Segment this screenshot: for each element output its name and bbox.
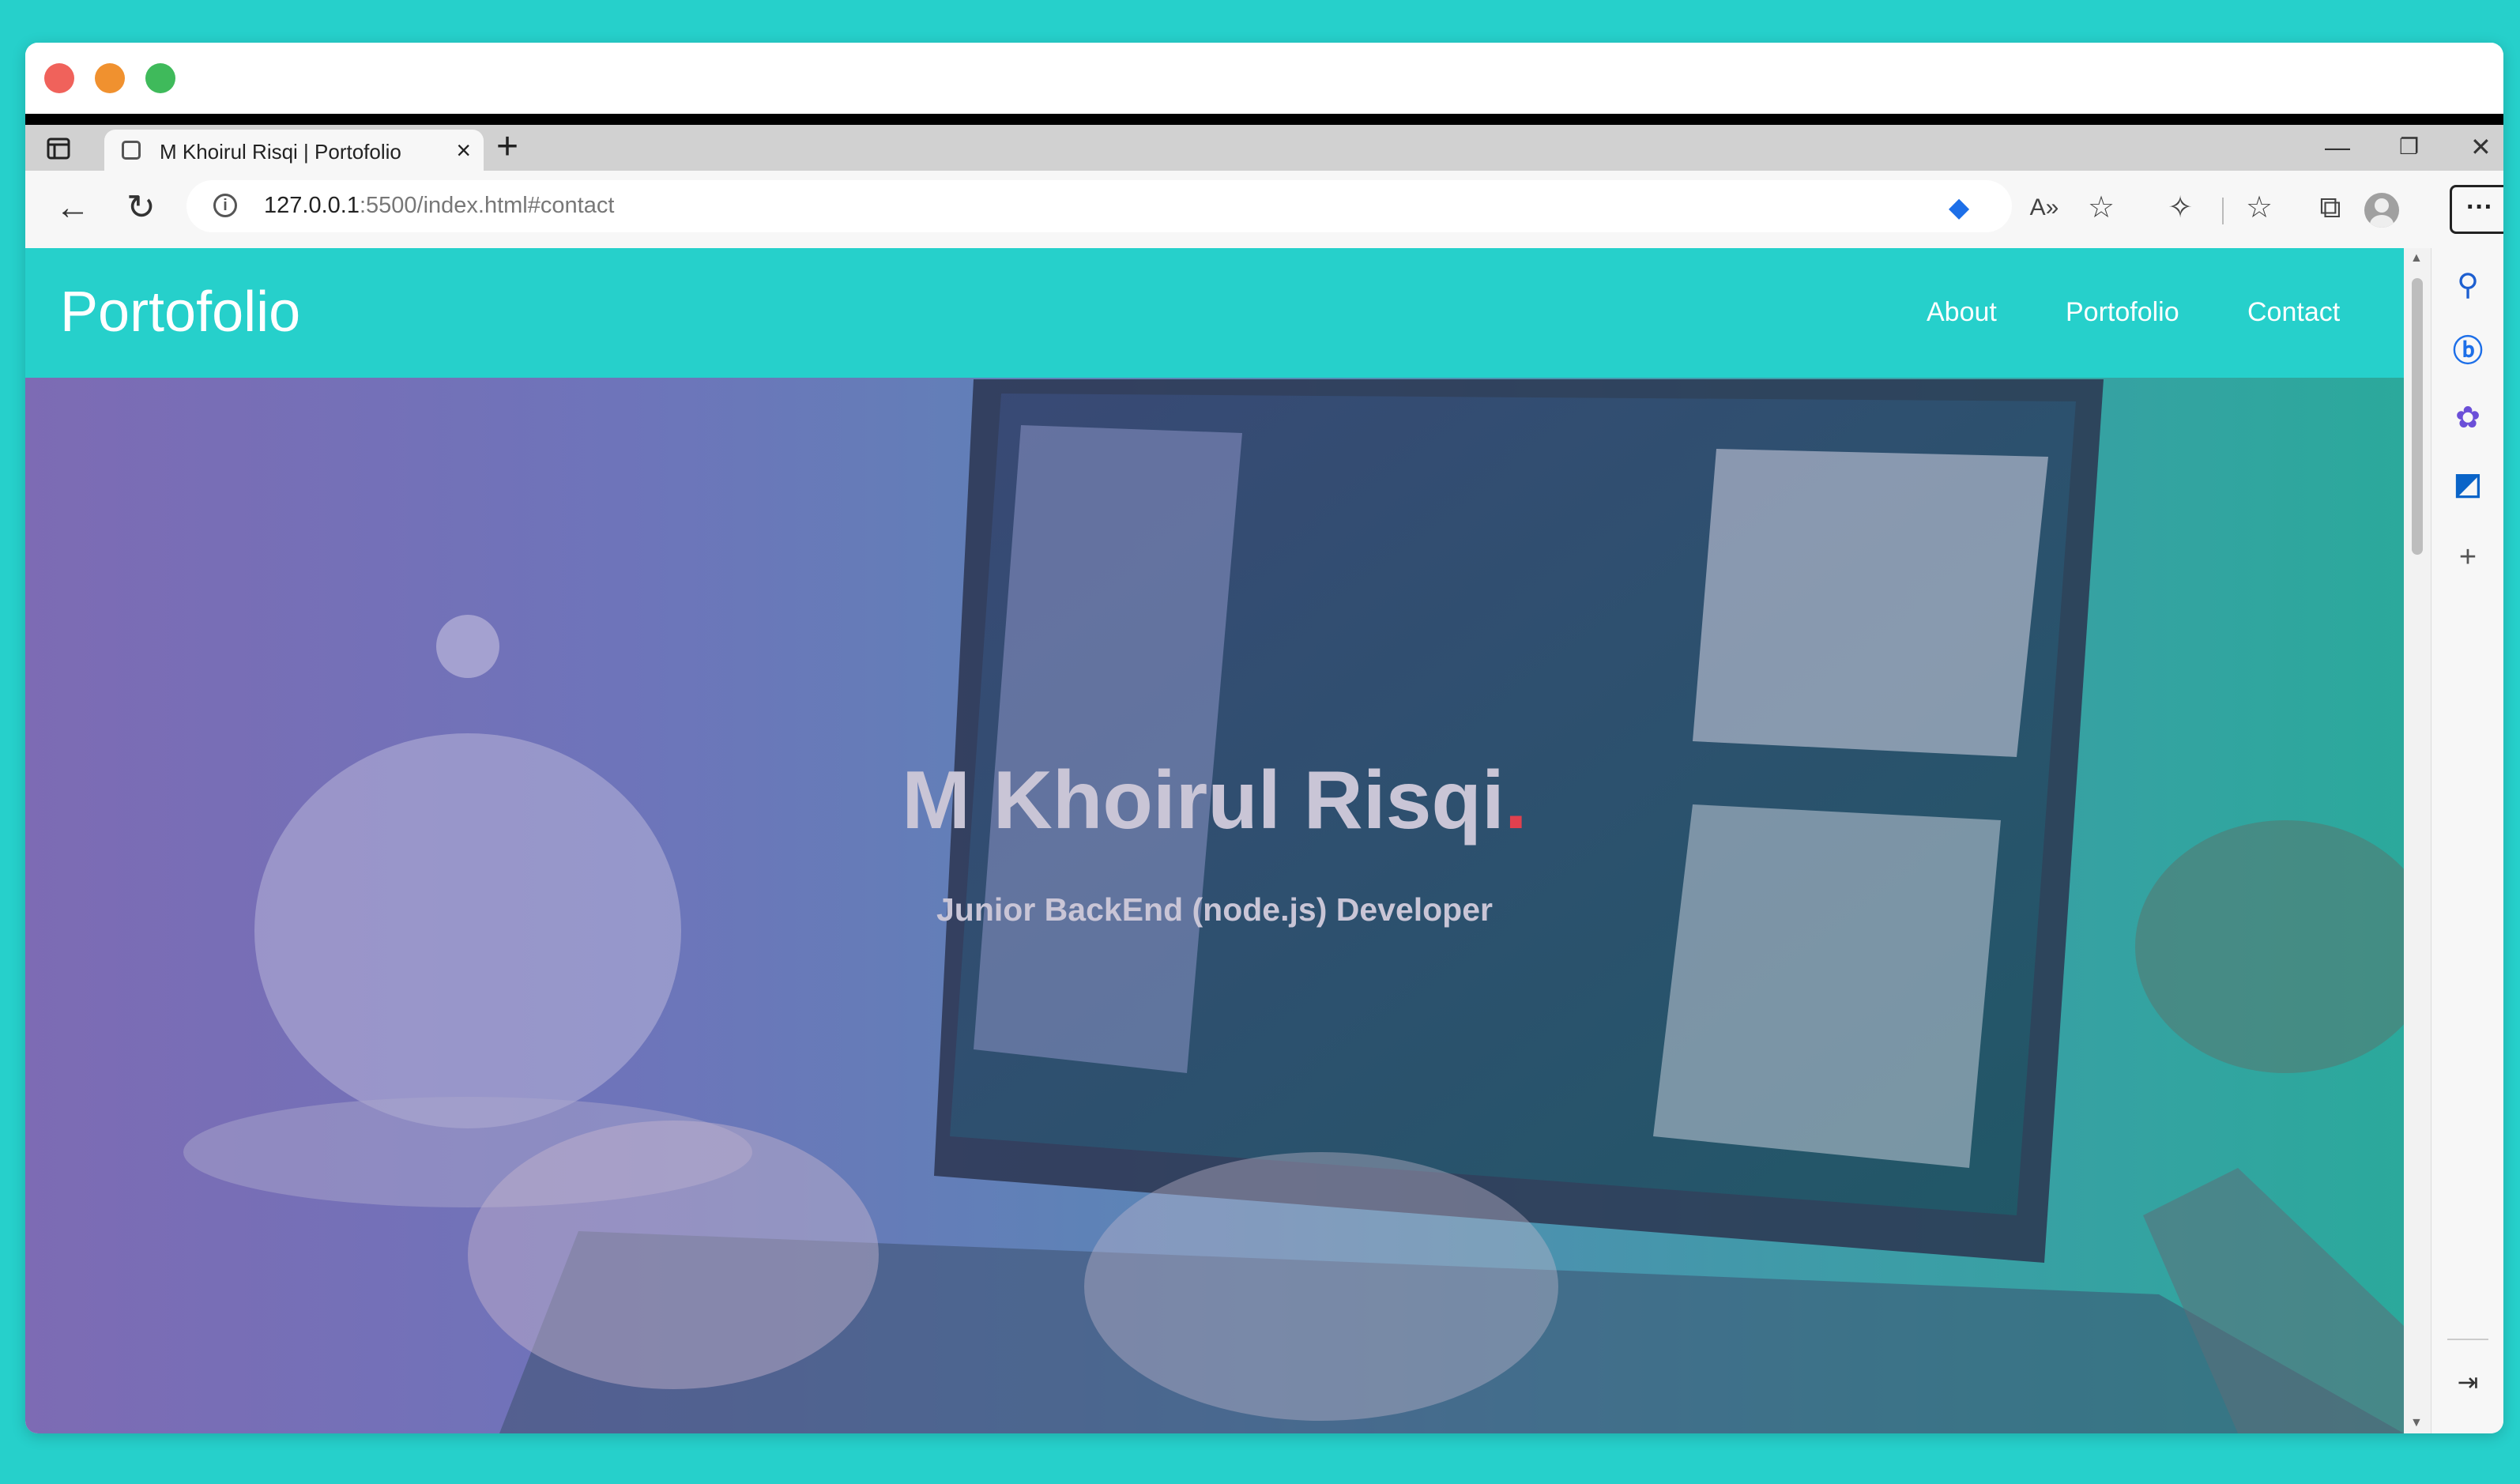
copilot-icon[interactable]: ✿	[2431, 398, 2503, 438]
sidebar-separator	[2447, 1339, 2488, 1340]
maximize-window-button[interactable]	[145, 63, 175, 93]
hero-section: M Khoirul Risqi. Junior BackEnd (node.js…	[25, 378, 2404, 1433]
scroll-up-arrow-icon[interactable]: ▲	[2410, 251, 2423, 266]
favorite-add-icon[interactable]: ☆	[2080, 186, 2123, 229]
site-info-icon[interactable]: i	[213, 194, 237, 217]
nav-link-portofolio[interactable]: Portofolio	[2066, 297, 2179, 328]
read-aloud-icon[interactable]: A»	[2023, 186, 2066, 229]
outlook-icon[interactable]: ◩	[2431, 465, 2503, 504]
scrollbar-thumb[interactable]	[2412, 278, 2423, 555]
extensions-icon[interactable]: ✧	[2159, 186, 2202, 229]
scroll-down-arrow-icon[interactable]: ▼	[2410, 1416, 2423, 1430]
bing-icon[interactable]: ⓑ	[2431, 332, 2503, 371]
settings-icon[interactable]: ⚙	[2431, 1430, 2503, 1433]
page-viewport: Portofolio About Portofolio Contact M Kh…	[25, 248, 2404, 1433]
url-host: 127.0.0.1	[264, 193, 360, 218]
url-path: :5500/index.html#contact	[359, 193, 615, 218]
address-bar[interactable]: i 127.0.0.1:5500/index.html#contact	[186, 180, 2012, 232]
more-icon[interactable]: ···	[2450, 185, 2503, 234]
minimize-window-button[interactable]	[95, 63, 125, 93]
active-tab[interactable]: M Khoirul Risqi | Portofolio ×	[104, 130, 484, 171]
search-icon[interactable]: ⚲	[2431, 266, 2503, 305]
site-brand[interactable]: Portofolio	[60, 280, 300, 345]
browser-window: M Khoirul Risqi | Portofolio × + — ❐ ✕ ←…	[25, 43, 2503, 1433]
close-icon[interactable]: ✕	[2470, 130, 2492, 164]
window-border	[25, 114, 2503, 125]
refresh-icon[interactable]: ↻	[126, 188, 156, 228]
tab-title: M Khoirul Risqi | Portofolio	[160, 140, 401, 164]
price-tag-icon[interactable]: ⬥	[1938, 186, 1980, 229]
close-window-button[interactable]	[44, 63, 74, 93]
collections-icon[interactable]: ⧉	[2309, 186, 2352, 229]
page-scrollbar[interactable]: ▲ ▼	[2404, 248, 2431, 1433]
tab-favicon-icon	[122, 141, 141, 160]
restore-icon[interactable]: ❐	[2399, 130, 2419, 164]
close-tab-icon[interactable]: ×	[456, 136, 471, 164]
new-tab-icon[interactable]: +	[496, 126, 518, 168]
back-arrow-icon[interactable]: ←	[55, 188, 90, 228]
minimize-icon[interactable]: —	[2325, 130, 2350, 164]
add-icon[interactable]: +	[2431, 537, 2503, 577]
hero-subtitle: Junior BackEnd (node.js) Developer	[936, 891, 1493, 928]
hero-name: M Khoirul Risqi.	[25, 754, 2404, 848]
site-header: Portofolio About Portofolio Contact	[25, 248, 2404, 378]
toolbar-separator	[2222, 198, 2224, 224]
hide-sidebar-icon[interactable]: ⇥	[2431, 1362, 2503, 1402]
title-bar	[25, 43, 2503, 114]
tab-actions-icon	[47, 137, 70, 160]
url-text[interactable]: 127.0.0.1:5500/index.html#contact	[264, 193, 614, 219]
favorites-icon[interactable]: ☆	[2238, 186, 2281, 229]
nav-link-about[interactable]: About	[1927, 297, 1997, 328]
edge-sidebar: ⚲ ⓑ ✿ ◩ + ⇥ ⚙	[2431, 248, 2503, 1433]
hero-name-dot: .	[1504, 755, 1527, 846]
nav-link-contact[interactable]: Contact	[2247, 297, 2340, 328]
hero-name-text: M Khoirul Risqi	[902, 755, 1505, 846]
address-toolbar: ← ↻ i 127.0.0.1:5500/index.html#contact …	[25, 171, 2503, 249]
tab-strip: M Khoirul Risqi | Portofolio × + — ❐ ✕	[25, 125, 2503, 171]
profile-avatar-icon[interactable]	[2364, 193, 2399, 228]
tab-actions-button[interactable]	[41, 131, 76, 166]
